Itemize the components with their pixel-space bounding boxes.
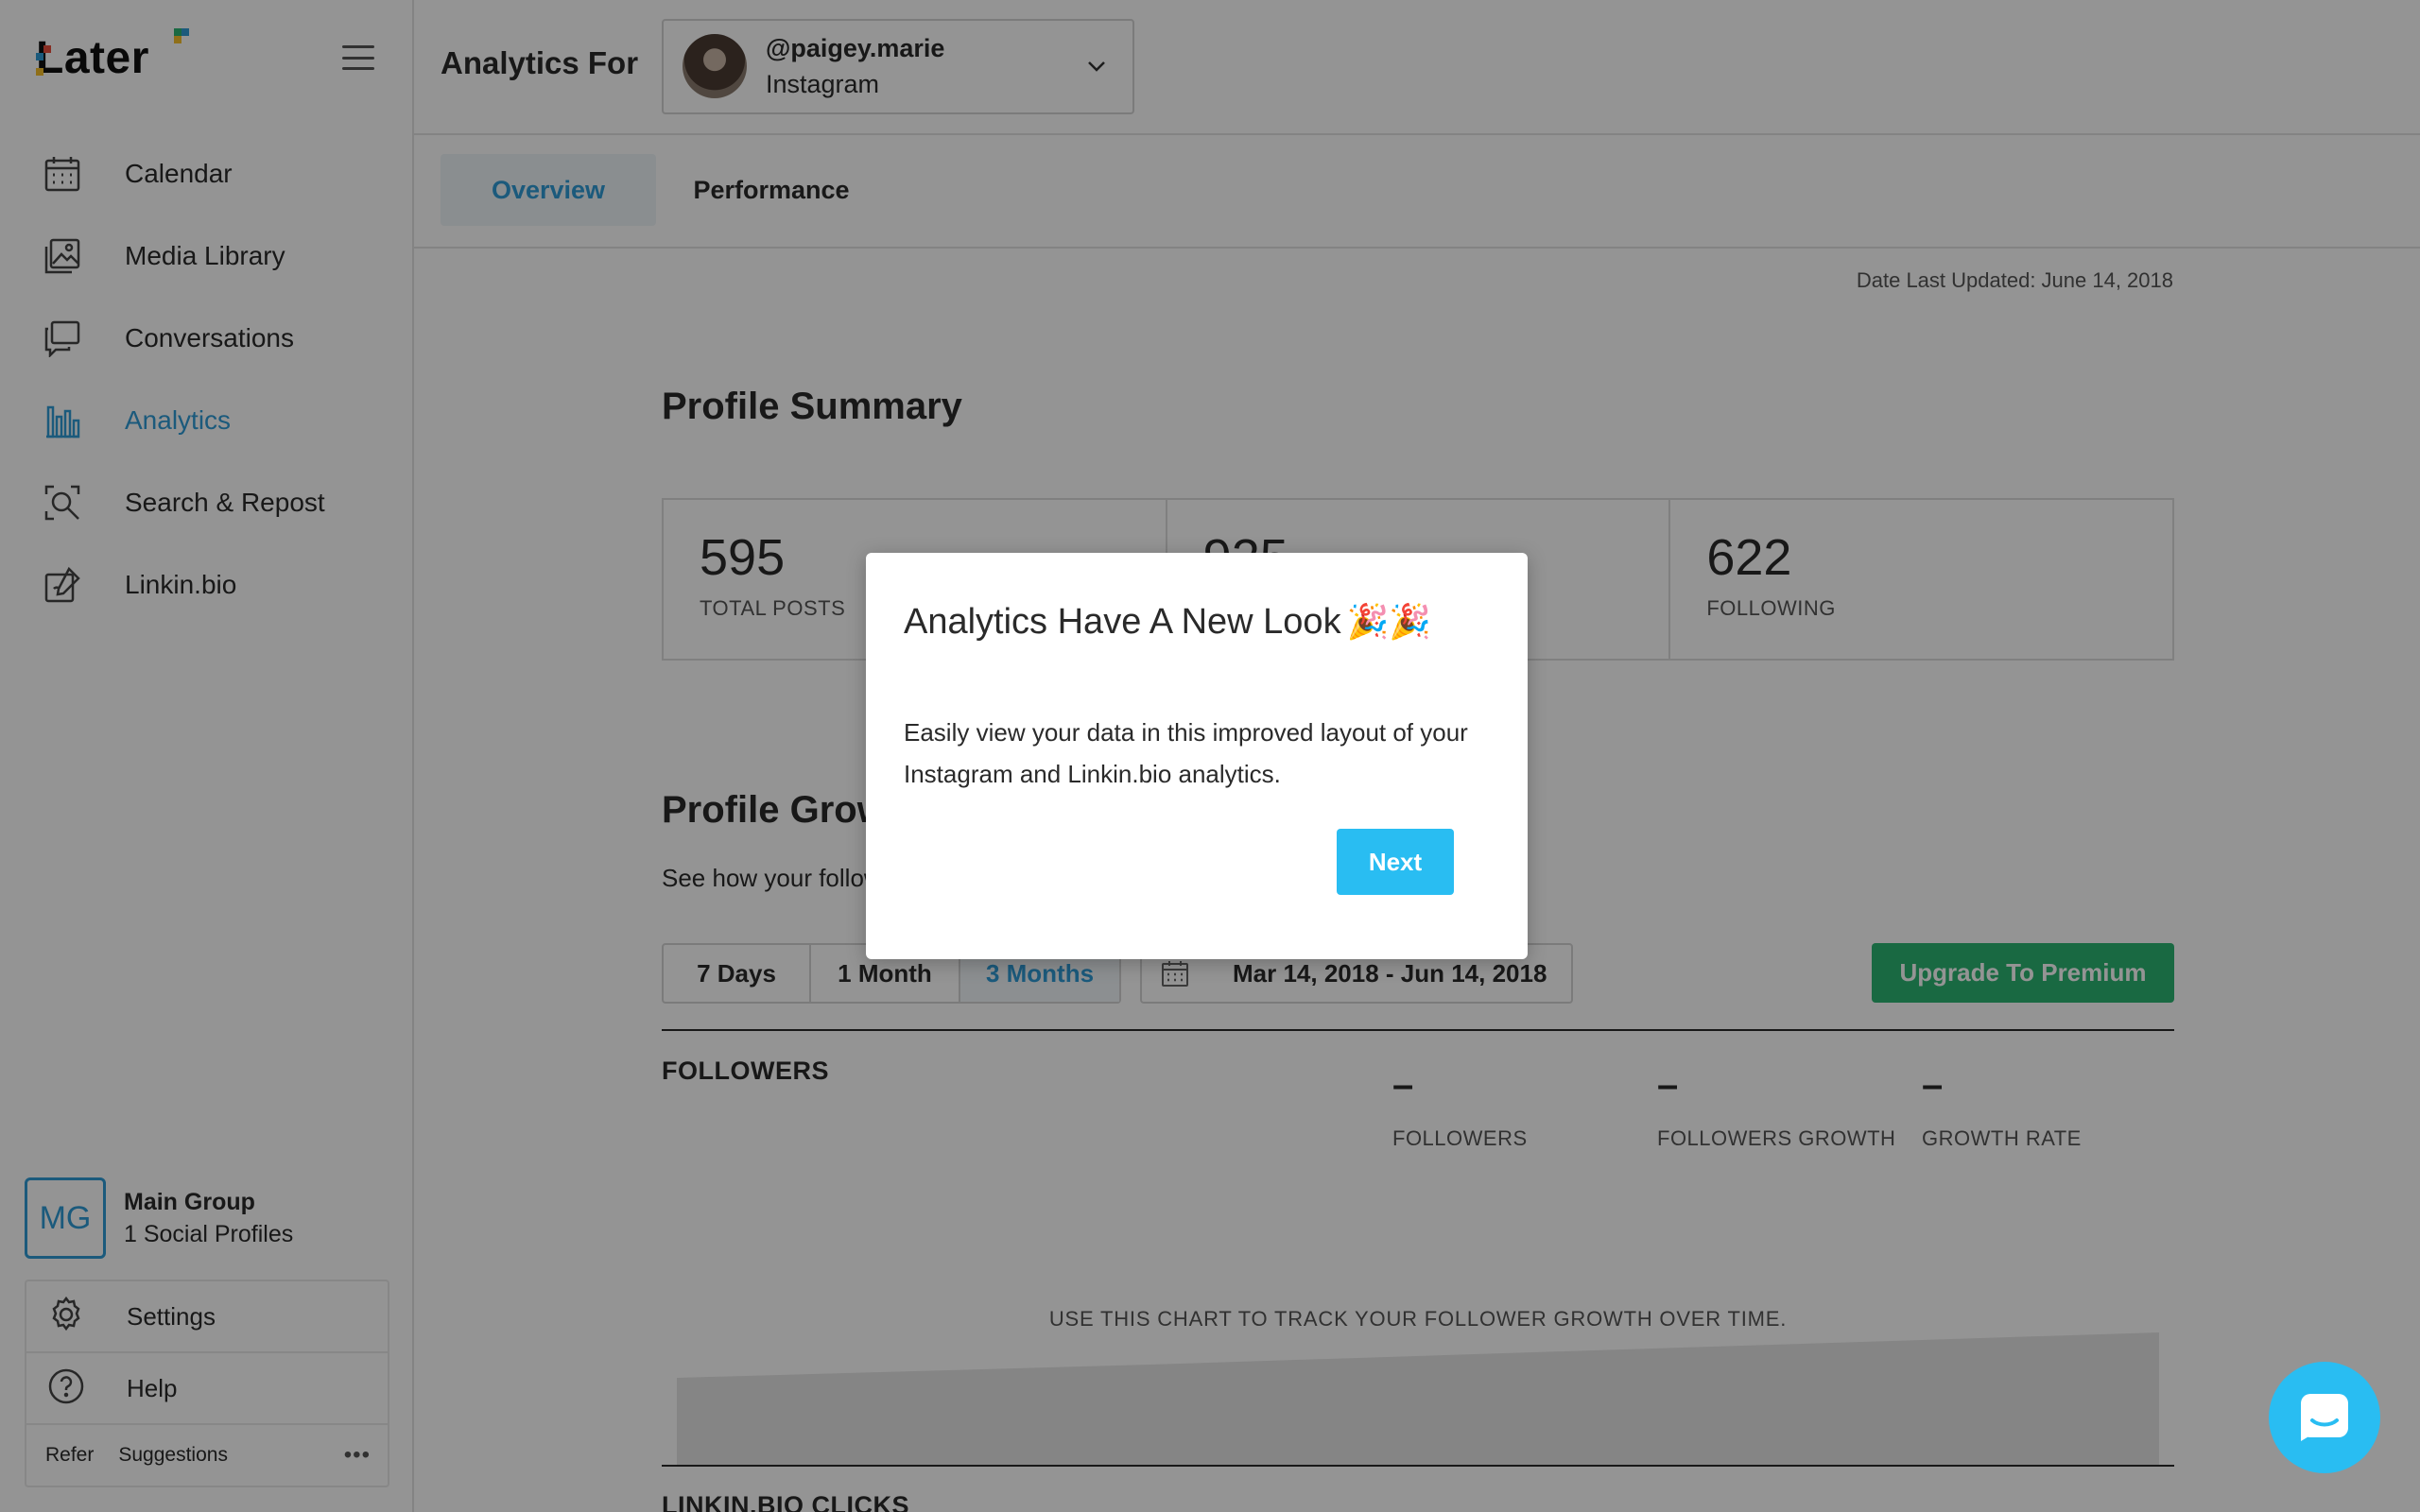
modal-title-text: Analytics Have A New Look xyxy=(904,602,1341,642)
chat-icon xyxy=(2301,1394,2348,1441)
modal-body: Easily view your data in this improved l… xyxy=(904,718,1468,788)
chat-launcher-button[interactable] xyxy=(2269,1362,2380,1473)
next-button[interactable]: Next xyxy=(1337,829,1454,895)
modal-title: Analytics Have A New Look 🎉🎉 xyxy=(904,602,1431,643)
new-look-modal: Analytics Have A New Look 🎉🎉 Easily view … xyxy=(866,553,1528,959)
party-popper-icon: 🎉🎉 xyxy=(1346,602,1432,641)
